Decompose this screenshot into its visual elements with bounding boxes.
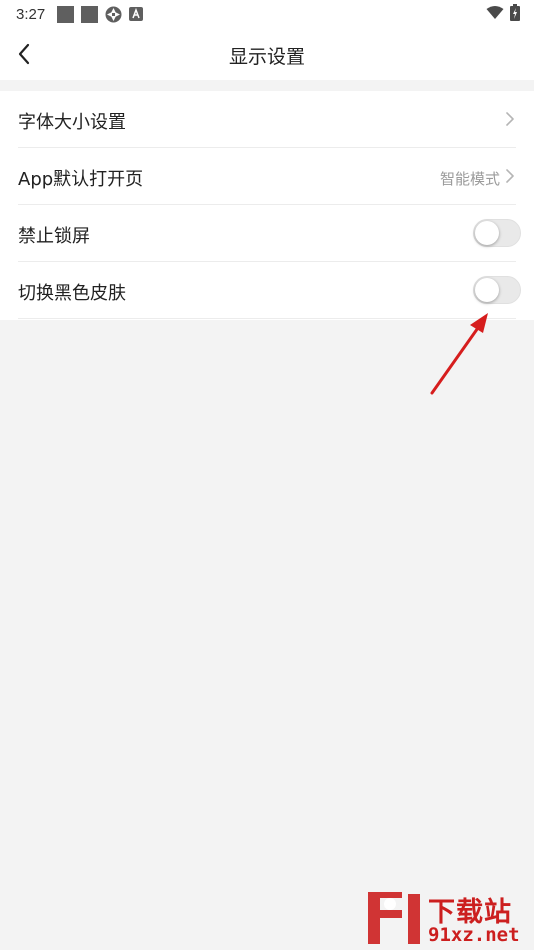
watermark-text-bottom: 91xz.net: [428, 924, 520, 946]
settings-row-keep-screen-on: 禁止锁屏: [0, 205, 534, 262]
chevron-right-icon: [506, 169, 514, 183]
section-gap: [0, 80, 534, 91]
notification-square-icon: [81, 5, 99, 23]
chevron-right-icon: [506, 112, 514, 126]
watermark-logo-icon: [368, 892, 420, 944]
watermark: 下载站 91xz.net: [362, 888, 534, 950]
toggle-knob: [475, 221, 499, 245]
settings-row-font-size[interactable]: 字体大小设置: [0, 91, 534, 148]
status-bar: 3:27: [0, 0, 534, 28]
keep-screen-on-toggle[interactable]: [473, 219, 521, 247]
wifi-icon: [486, 5, 504, 24]
app-header: 显示设置: [0, 28, 534, 80]
settings-row-label: 字体大小设置: [18, 112, 126, 133]
settings-list: 字体大小设置 App默认打开页 智能模式 禁止锁屏 切换黑色皮肤: [0, 91, 534, 320]
dark-skin-toggle[interactable]: [473, 276, 521, 304]
settings-row-label: App默认打开页: [18, 169, 144, 190]
page-title: 显示设置: [228, 46, 305, 68]
settings-row-default-page[interactable]: App默认打开页 智能模式: [0, 148, 534, 205]
aperture-icon: [105, 6, 122, 23]
toggle-knob: [475, 278, 499, 302]
battery-charging-icon: [510, 3, 520, 25]
status-time: 3:27: [16, 5, 46, 23]
settings-row-label: 禁止锁屏: [18, 226, 90, 247]
notification-square-icon: [57, 5, 75, 23]
settings-row-value: 智能模式: [439, 170, 500, 188]
font-a-icon: [129, 7, 144, 21]
annotation-arrow-icon: [430, 313, 488, 395]
settings-row-label: 切换黑色皮肤: [18, 283, 126, 304]
